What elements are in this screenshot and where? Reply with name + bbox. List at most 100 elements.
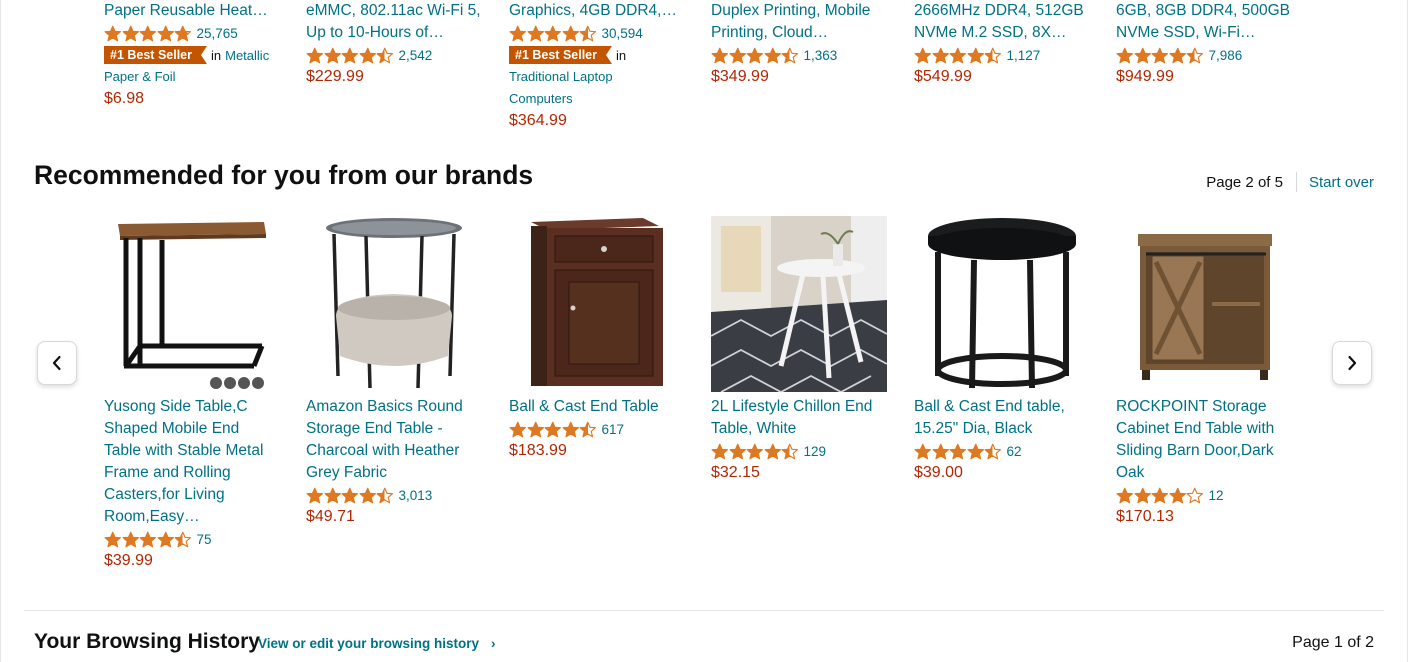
product-title-line[interactable]: Amazon Basics Round [306,396,488,418]
product-card[interactable]: 6GB, 8GB DDR4, 500GB NVMe SSD, Wi-Fi… 7,… [1116,0,1298,88]
review-count[interactable]: 25,765 [197,26,238,41]
product-title-line[interactable]: 2L Lifestyle Chillon End [711,396,893,418]
product-title-line[interactable]: Storage End Table - [306,418,488,440]
product-title-line[interactable]: eMMC, 802.11ac Wi-Fi 5, [306,0,488,22]
product-card[interactable]: 2666MHz DDR4, 512GB NVMe M.2 SSD, 8X… 1,… [914,0,1096,88]
product-title-line[interactable]: Room,Easy… [104,506,286,528]
product-title-line[interactable]: Table, White [711,418,893,440]
product-title-line[interactable]: Ball & Cast End Table [509,396,691,418]
start-over-link[interactable]: Start over [1309,174,1374,191]
edit-browsing-history-label[interactable]: View or edit your browsing history [258,636,479,651]
carousel-next-button[interactable] [1332,341,1372,385]
product-title-line[interactable]: Printing, Cloud… [711,22,893,44]
product-price: $183.99 [509,442,567,459]
product-title[interactable]: Graphics, 4GB DDR4,… [509,0,691,22]
page-border-left [0,0,1,662]
review-count[interactable]: 617 [602,422,625,437]
product-title-line[interactable]: ROCKPOINT Storage [1116,396,1298,418]
product-image[interactable] [710,216,888,394]
best-seller-category[interactable]: Paper & Foil [104,66,286,88]
product-image[interactable] [1116,216,1292,392]
star-rating[interactable] [914,47,1002,64]
product-card[interactable]: eMMC, 802.11ac Wi-Fi 5, Up to 10-Hours o… [306,0,488,88]
product-title-line[interactable]: Ball & Cast End table, [914,396,1096,418]
review-count[interactable]: 75 [197,532,212,547]
product-card[interactable]: Ball & Cast End table, 15.25" Dia, Black… [914,216,1096,484]
star-rating[interactable] [306,47,394,64]
product-image[interactable] [509,216,685,392]
product-title-line[interactable]: Cabinet End Table with [1116,418,1298,440]
star-icon [341,47,359,63]
star-rating[interactable] [509,25,597,42]
star-rating[interactable] [306,487,394,504]
product-card[interactable]: Yusong Side Table,C Shaped Mobile End Ta… [104,216,286,572]
star-rating[interactable] [104,531,192,548]
product-title-line[interactable]: Shaped Mobile End [104,418,286,440]
product-title-line[interactable]: Duplex Printing, Mobile [711,0,893,22]
product-title-line[interactable]: 2666MHz DDR4, 512GB [914,0,1096,22]
product-card[interactable]: 2L Lifestyle Chillon End Table, White 12… [710,216,893,484]
product-card[interactable]: ROCKPOINT Storage Cabinet End Table with… [1116,216,1298,528]
product-card[interactable]: Ball & Cast End Table 617 $183.99 [509,216,691,462]
best-seller-category[interactable]: Metallic [225,48,269,63]
product-card[interactable]: Duplex Printing, Mobile Printing, Cloud…… [711,0,893,88]
rating-row[interactable]: 3,013 [306,484,488,506]
rating-row[interactable]: 617 [509,418,691,440]
star-rating[interactable] [104,25,192,42]
rating-row[interactable]: 12 [1116,484,1298,506]
product-card[interactable]: Paper Reusable Heat… 25,765 #1 Best Sell… [104,0,286,110]
product-card[interactable]: Graphics, 4GB DDR4,… 30,594 #1 Best Sell… [509,0,691,132]
product-image[interactable] [306,216,482,392]
review-count[interactable]: 129 [804,444,827,459]
star-rating[interactable] [1116,487,1204,504]
rating-row[interactable]: 1,363 [711,44,893,66]
product-title-line[interactable]: Casters,for Living [104,484,286,506]
star-rating[interactable] [1116,47,1204,64]
review-count[interactable]: 62 [1007,444,1022,459]
rating-row[interactable]: 7,986 [1116,44,1298,66]
product-title-line[interactable]: Table with Stable Metal [104,440,286,462]
review-count[interactable]: 3,013 [399,488,433,503]
product-title-line[interactable]: Frame and Rolling [104,462,286,484]
star-rating[interactable] [711,443,799,460]
rating-row[interactable]: 1,127 [914,44,1096,66]
product-title-line[interactable]: NVMe M.2 SSD, 8X… [914,22,1096,44]
product-title-line[interactable]: NVMe SSD, Wi-Fi… [1116,22,1298,44]
star-rating[interactable] [711,47,799,64]
review-count[interactable]: 30,594 [602,26,643,41]
carousel-prev-button[interactable] [37,341,77,385]
product-title-line[interactable]: Charcoal with Heather [306,440,488,462]
rating-row[interactable]: 2,542 [306,44,488,66]
product-title[interactable]: Paper Reusable Heat… [104,0,286,22]
product-card[interactable]: Amazon Basics Round Storage End Table - … [306,216,488,528]
product-title-line[interactable]: 6GB, 8GB DDR4, 500GB [1116,0,1298,22]
edit-browsing-history-link[interactable]: View or edit your browsing history › [258,636,496,651]
review-count[interactable]: 1,363 [804,48,838,63]
rating-row[interactable]: 75 [104,528,286,550]
rating-row[interactable]: 25,765 [104,22,286,44]
product-title-line[interactable]: Oak [1116,462,1298,484]
product-title-line[interactable]: Grey Fabric [306,462,488,484]
product-image[interactable] [914,216,1090,392]
rating-row[interactable]: 62 [914,440,1096,462]
rating-row[interactable]: 129 [711,440,893,462]
review-count[interactable]: 2,542 [399,48,433,63]
review-count[interactable]: 7,986 [1209,48,1243,63]
rating-row[interactable]: 30,594 [509,22,691,44]
product-price: $39.00 [914,464,963,481]
product-image[interactable] [104,216,280,392]
product-title-line[interactable]: Up to 10-Hours of… [306,22,488,44]
best-seller-category[interactable]: Traditional Laptop [509,66,691,88]
product-title-line[interactable]: Yusong Side Table,C [104,396,286,418]
review-count[interactable]: 1,127 [1007,48,1041,63]
star-icon [914,47,932,63]
product-title-line[interactable]: 15.25" Dia, Black [914,418,1096,440]
review-count[interactable]: 12 [1209,488,1224,503]
star-icon [949,47,967,63]
star-rating[interactable] [509,421,597,438]
star-rating[interactable] [914,443,1002,460]
best-seller-category[interactable]: Computers [509,88,691,110]
star-icon [306,47,324,63]
product-title-line[interactable]: Sliding Barn Door,Dark [1116,440,1298,462]
star-icon [728,443,746,459]
